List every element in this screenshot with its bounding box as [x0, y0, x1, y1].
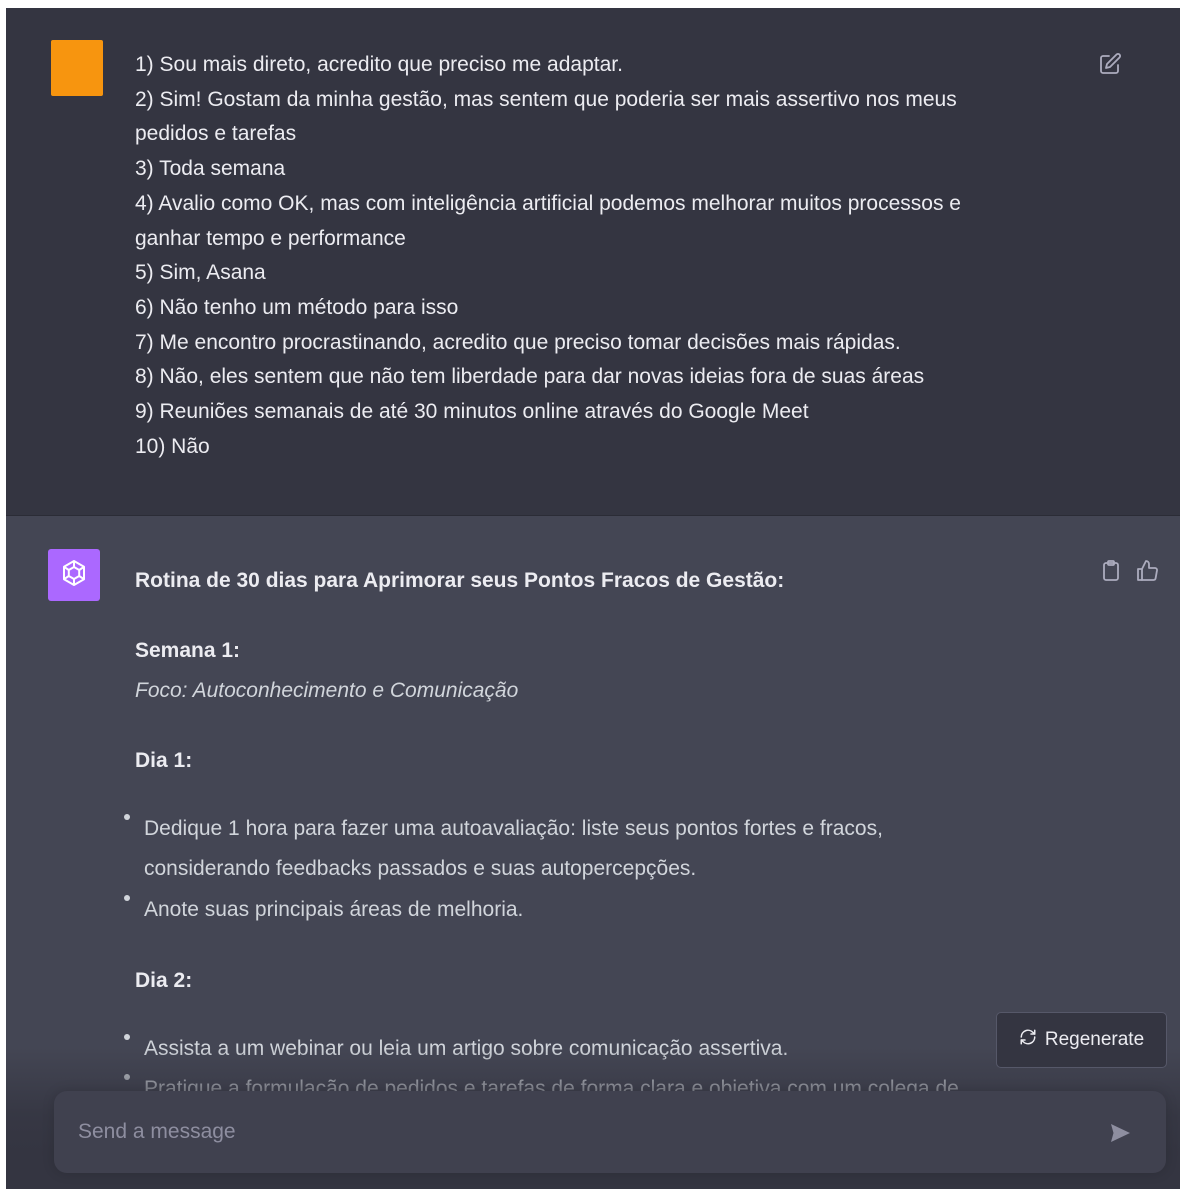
bullet-icon — [124, 895, 130, 901]
user-line: 5) Sim, Asana — [135, 261, 266, 285]
day-heading: Dia 2: — [135, 969, 193, 992]
user-line: 7) Me encontro procrastinando, acredito … — [135, 330, 901, 354]
user-line: 2) Sim! Gostam da minha gestão, mas sent… — [135, 87, 957, 111]
response-title: Rotina de 30 dias para Aprimorar seus Po… — [135, 569, 785, 592]
send-icon[interactable] — [1108, 1121, 1132, 1145]
regenerate-button[interactable]: Regenerate — [996, 1012, 1167, 1068]
openai-logo-icon — [59, 558, 89, 593]
bullet-icon — [124, 814, 130, 820]
user-line: 3) Toda semana — [135, 157, 286, 181]
user-line: 1) Sou mais direto, acredito que preciso… — [135, 53, 623, 76]
assistant-avatar — [48, 549, 100, 601]
day-heading: Dia 1: — [135, 749, 193, 772]
assistant-message: Rotina de 30 dias para Aprimorar seus Po… — [6, 517, 1180, 1189]
user-line: 4) Avalio como OK, mas com inteligência … — [135, 191, 961, 215]
message-composer — [54, 1091, 1166, 1173]
regenerate-icon — [1019, 1028, 1037, 1052]
chat-thread: 1) Sou mais direto, acredito que preciso… — [6, 8, 1180, 1189]
user-message-text: 1) Sou mais direto, acredito que preciso… — [135, 48, 1085, 464]
bullet-icon — [124, 1074, 130, 1080]
message-actions — [1099, 559, 1159, 583]
user-line: 9) Reuniões semanais de até 30 minutos o… — [135, 400, 809, 424]
user-message: 1) Sou mais direto, acredito que preciso… — [6, 8, 1180, 516]
bullet-icon — [124, 1034, 130, 1040]
user-line: 10) Não — [135, 434, 210, 458]
user-avatar — [51, 40, 103, 96]
copy-icon[interactable] — [1099, 559, 1123, 583]
message-input[interactable] — [54, 1091, 1166, 1173]
week-focus: Foco: Autoconhecimento e Comunicação — [135, 679, 519, 702]
regenerate-label: Regenerate — [1044, 1029, 1145, 1050]
user-line: 8) Não, eles sentem que não tem liberdad… — [135, 365, 925, 389]
user-line: 6) Não tenho um método para isso — [135, 295, 459, 319]
user-line: pedidos e tarefas — [135, 122, 297, 146]
thumbs-up-icon[interactable] — [1135, 559, 1159, 583]
user-line: ganhar tempo e performance — [135, 226, 406, 250]
week-heading: Semana 1: — [135, 639, 241, 662]
edit-icon[interactable] — [1098, 52, 1122, 76]
